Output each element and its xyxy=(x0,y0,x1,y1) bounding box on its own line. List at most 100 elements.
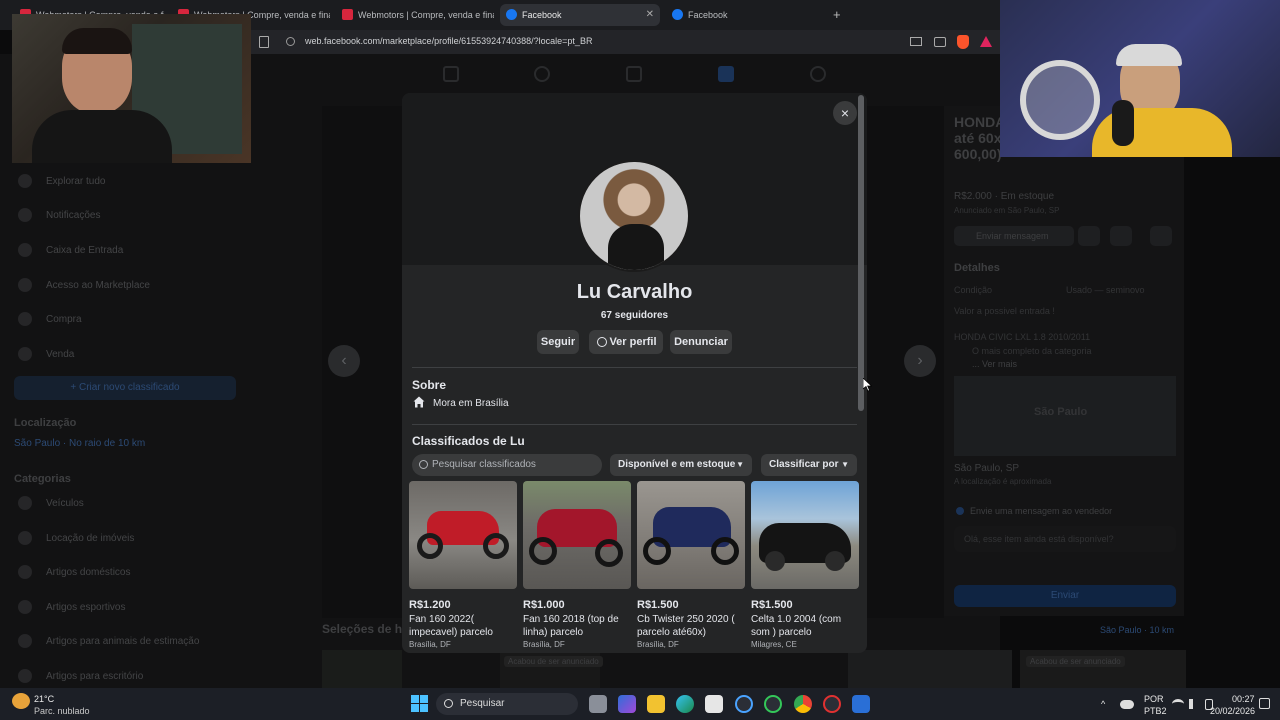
cast-icon[interactable] xyxy=(910,37,922,46)
onedrive-icon[interactable] xyxy=(1120,700,1134,709)
listing-thumbnail[interactable] xyxy=(523,481,631,589)
site-info-icon[interactable] xyxy=(286,37,295,46)
category-home-goods[interactable]: Artigos domésticos xyxy=(46,567,130,578)
weather-icon[interactable] xyxy=(12,693,30,709)
listing-thumbnail[interactable] xyxy=(751,481,859,589)
new-tab-button[interactable]: + xyxy=(833,7,841,22)
item-thumbnail[interactable]: Acabou de ser anunciado xyxy=(500,650,603,688)
location-chip[interactable]: São Paulo · 10 km xyxy=(1100,625,1174,635)
sidebar-item-buying[interactable]: Compra xyxy=(46,314,82,325)
home-icon xyxy=(413,396,425,408)
video-nav-icon[interactable] xyxy=(626,66,642,82)
category-property-rentals[interactable]: Locação de imóveis xyxy=(46,533,134,544)
task-view-icon[interactable] xyxy=(589,695,607,713)
chrome-icon[interactable] xyxy=(794,695,812,713)
weather-desc[interactable]: Parc. nublado xyxy=(34,706,90,716)
wifi-icon[interactable] xyxy=(1172,699,1184,709)
listing-price: R$1.000 xyxy=(523,599,565,611)
listing-card[interactable]: R$1.500 Celta 1.0 2004 (com som ) parcel… xyxy=(751,481,859,649)
obs-icon[interactable] xyxy=(823,695,841,713)
weather-temp[interactable]: 21°C xyxy=(34,694,54,704)
view-profile-button[interactable]: Ver perfil xyxy=(589,330,663,354)
sidebar-item-inbox[interactable]: Caixa de Entrada xyxy=(46,245,123,256)
app-u-icon[interactable] xyxy=(764,695,782,713)
wheel-image xyxy=(529,537,557,565)
browser-tab[interactable]: Webmotors | Compre, venda e financ xyxy=(336,4,494,26)
profile-name: Lu Carvalho xyxy=(576,281,693,303)
profile-avatar[interactable] xyxy=(578,160,690,272)
search-listings-input[interactable]: Pesquisar classificados xyxy=(412,454,602,476)
brave-rewards-icon[interactable] xyxy=(980,36,992,47)
item-thumbnail[interactable] xyxy=(848,650,1012,688)
url-text[interactable]: web.facebook.com/marketplace/profile/615… xyxy=(305,36,592,46)
sidebar-item-notifications[interactable]: Notificações xyxy=(46,210,100,221)
item-thumbnail[interactable] xyxy=(322,650,402,688)
notifications-icon[interactable] xyxy=(1259,698,1270,709)
clock-time[interactable]: 00:27 xyxy=(1232,694,1255,704)
location-value[interactable]: São Paulo · No raio de 10 km xyxy=(14,438,145,449)
just-listed-badge: Acabou de ser anunciado xyxy=(504,656,603,667)
category-pet-supplies[interactable]: Artigos para animais de estimação xyxy=(46,636,199,647)
listing-card[interactable]: R$1.200 Fan 160 2022( impecavel) parcelo… xyxy=(409,481,517,649)
item-thumbnail[interactable]: Acabou de ser anunciado xyxy=(1020,650,1186,688)
modal-scrollbar[interactable] xyxy=(858,95,864,411)
location-map[interactable]: São Paulo xyxy=(954,376,1176,456)
follow-button[interactable]: Seguir xyxy=(537,330,579,354)
edge-icon[interactable] xyxy=(676,695,694,713)
browser-tab-active[interactable]: Facebook ✕ xyxy=(500,4,660,26)
copilot-icon[interactable] xyxy=(618,695,636,713)
marketplace-nav-icon[interactable] xyxy=(718,66,734,82)
keyboard-layout[interactable]: PTB2 xyxy=(1144,706,1167,716)
share-listing-button[interactable] xyxy=(1110,226,1132,246)
close-modal-button[interactable]: × xyxy=(833,101,857,125)
clock-date[interactable]: 20/02/2026 xyxy=(1210,706,1255,716)
input-language[interactable]: POR xyxy=(1144,694,1164,704)
sort-dropdown[interactable]: Classificar por ▼ xyxy=(761,454,857,476)
app-blue-icon[interactable] xyxy=(852,695,870,713)
send-button[interactable]: Enviar xyxy=(954,585,1176,607)
message-input[interactable]: Olá, esse item ainda está disponível? xyxy=(954,526,1176,552)
volume-icon[interactable] xyxy=(1189,699,1199,709)
see-more-link[interactable]: ... Ver mais xyxy=(972,359,1017,369)
location-title: Localização xyxy=(14,417,77,429)
taskbar-search[interactable]: Pesquisar xyxy=(436,693,578,715)
gaming-nav-icon[interactable] xyxy=(810,66,826,82)
listing-card[interactable]: R$1.500 Cb Twister 250 2020 ( parcelo at… xyxy=(637,481,745,649)
more-options-button[interactable] xyxy=(1150,226,1172,246)
browser-tab[interactable]: Facebook xyxy=(666,4,826,26)
webmotors-favicon-icon xyxy=(342,9,353,20)
file-explorer-icon[interactable] xyxy=(647,695,665,713)
listing-card[interactable]: R$1.000 Fan 160 2018 (top de linha) parc… xyxy=(523,481,631,649)
category-vehicles[interactable]: Veículos xyxy=(46,498,84,509)
sidebar-item-explore[interactable]: Explorar tudo xyxy=(46,176,105,187)
taskbar xyxy=(0,688,1280,720)
wheel-image xyxy=(825,551,845,571)
share-icon[interactable] xyxy=(934,37,946,47)
availability-filter[interactable]: Disponível e em estoque ▼ xyxy=(610,454,752,476)
previous-photo-button[interactable]: ‹ xyxy=(328,345,360,377)
brave-shield-icon[interactable] xyxy=(957,35,969,49)
report-button[interactable]: Denunciar xyxy=(670,330,732,354)
listing-price: R$1.500 xyxy=(751,599,793,611)
send-message-button[interactable]: Enviar mensagem xyxy=(954,226,1074,246)
save-listing-button[interactable] xyxy=(1078,226,1100,246)
chevron-up-icon[interactable]: ^ xyxy=(1101,699,1105,709)
home-nav-icon[interactable] xyxy=(443,66,459,82)
microsoft-store-icon[interactable] xyxy=(705,695,723,713)
category-sports[interactable]: Artigos esportivos xyxy=(46,602,125,613)
bell-icon xyxy=(18,208,32,222)
close-tab-icon[interactable]: ✕ xyxy=(646,4,654,26)
category-office-supplies[interactable]: Artigos para escritório xyxy=(46,671,143,682)
windows-start-icon[interactable] xyxy=(411,695,428,712)
follower-count[interactable]: 67 seguidores xyxy=(402,310,867,321)
sidebar-item-marketplace-access[interactable]: Acesso ao Marketplace xyxy=(46,280,150,291)
listing-thumbnail[interactable] xyxy=(409,481,517,589)
sidebar-item-selling[interactable]: Venda xyxy=(46,349,74,360)
app-c-icon[interactable] xyxy=(735,695,753,713)
listing-thumbnail[interactable] xyxy=(637,481,745,589)
friends-nav-icon[interactable] xyxy=(534,66,550,82)
bookmark-icon[interactable] xyxy=(259,36,269,48)
next-photo-button[interactable]: › xyxy=(904,345,936,377)
listing-location: Brasília, DF xyxy=(523,640,565,649)
create-listing-button[interactable]: + Criar novo classificado xyxy=(14,376,236,400)
